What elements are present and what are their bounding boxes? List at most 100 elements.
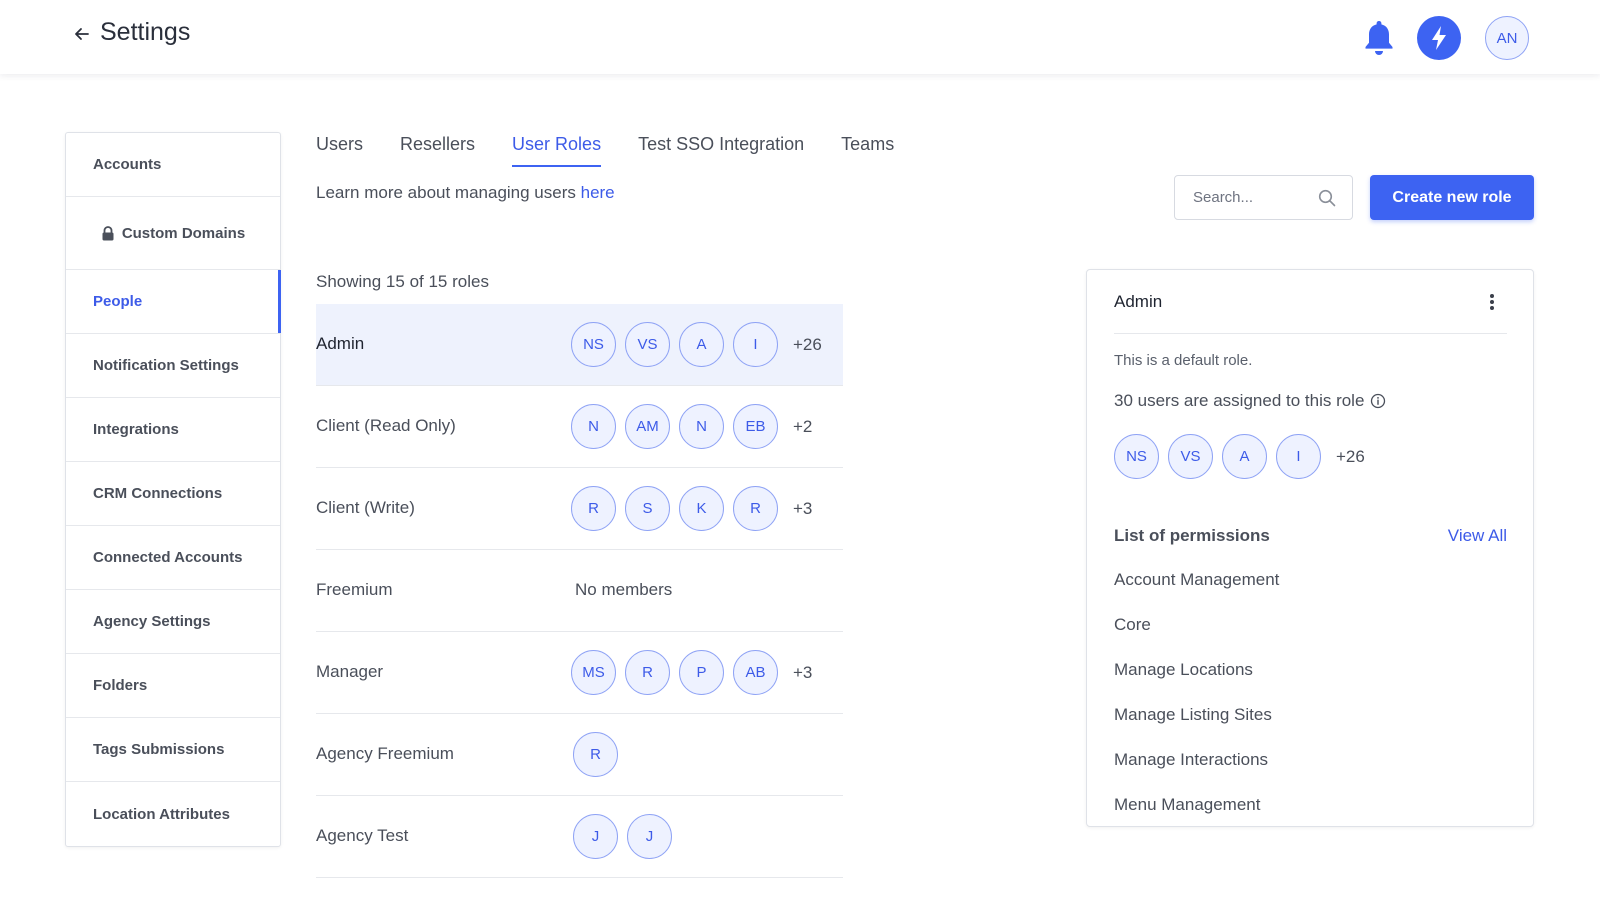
sidebar-item-label: Integrations xyxy=(93,421,179,438)
sidebar-item-notification-settings[interactable]: Notification Settings xyxy=(66,334,280,398)
more-members-count: +3 xyxy=(793,662,813,682)
role-name: Agency Freemium xyxy=(316,744,454,763)
role-row[interactable]: Freemium No members xyxy=(316,550,843,632)
member-avatar[interactable]: A xyxy=(1222,434,1267,479)
member-avatar[interactable]: EB xyxy=(733,404,778,449)
role-members: MS R P AB +3 xyxy=(571,650,812,695)
more-options-icon[interactable] xyxy=(1489,292,1495,312)
role-row[interactable]: Client (Read Only) N AM N EB +2 xyxy=(316,386,843,468)
role-members: NS VS A I +26 xyxy=(571,322,822,367)
tab-resellers[interactable]: Resellers xyxy=(400,134,475,167)
lock-icon xyxy=(101,225,115,241)
member-avatar[interactable]: NS xyxy=(1114,434,1159,479)
panel-divider xyxy=(1114,333,1507,334)
member-avatar[interactable]: MS xyxy=(571,650,616,695)
back-arrow-icon[interactable] xyxy=(72,24,92,44)
search-input[interactable] xyxy=(1175,176,1315,219)
permissions-list: Account Management Core Manage Locations Ma… xyxy=(1114,570,1280,826)
user-avatar[interactable]: AN xyxy=(1485,16,1529,60)
settings-sidebar: Accounts Custom Domains People Notificat… xyxy=(65,132,281,847)
permission-item: Menu Management xyxy=(1114,795,1261,814)
permissions-title: List of permissions xyxy=(1114,526,1270,545)
page-title: Settings xyxy=(100,18,191,46)
quick-actions-button[interactable] xyxy=(1417,16,1461,60)
permission-item: Core xyxy=(1114,615,1151,634)
member-avatar[interactable]: AB xyxy=(733,650,778,695)
role-row[interactable]: Manager MS R P AB +3 xyxy=(316,632,843,714)
member-avatar[interactable]: I xyxy=(733,322,778,367)
sidebar-item-label: Location Attributes xyxy=(93,805,230,823)
sidebar-item-integrations[interactable]: Integrations xyxy=(66,398,280,462)
more-members-count: +2 xyxy=(793,416,813,436)
member-avatar[interactable]: NS xyxy=(571,322,616,367)
roles-count: Showing 15 of 15 roles xyxy=(316,272,489,291)
role-name: Freemium xyxy=(316,580,393,599)
role-row[interactable]: Client (Write) R S K R +3 xyxy=(316,468,843,550)
member-avatar[interactable]: K xyxy=(679,486,724,531)
sidebar-item-label: Notification Settings xyxy=(93,357,239,374)
member-avatar[interactable]: A xyxy=(679,322,724,367)
sidebar-item-tags-submissions[interactable]: Tags Submissions xyxy=(66,718,280,782)
info-icon[interactable] xyxy=(1370,393,1386,409)
sidebar-item-label: Connected Accounts xyxy=(93,549,243,566)
tab-user-roles[interactable]: User Roles xyxy=(512,134,602,167)
member-avatar[interactable]: R xyxy=(571,486,616,531)
create-new-role-button[interactable]: Create new role xyxy=(1370,175,1534,220)
role-detail-title: Admin xyxy=(1114,292,1163,311)
role-row[interactable]: Admin NS VS A I +26 xyxy=(316,304,843,386)
learn-more-link[interactable]: here xyxy=(581,183,615,202)
member-avatar[interactable]: R xyxy=(733,486,778,531)
sidebar-item-label: Tags Submissions xyxy=(93,741,225,758)
sidebar-item-label: Custom Domains xyxy=(121,224,246,242)
member-avatar[interactable]: VS xyxy=(1168,434,1213,479)
role-search xyxy=(1174,175,1353,220)
roles-list: Admin NS VS A I +26 Client (Read Only) N AM N EB +2… xyxy=(316,304,843,878)
tab-test-sso-integration[interactable]: Test SSO Integration xyxy=(638,134,804,167)
role-name: Agency Test xyxy=(316,826,409,845)
sidebar-item-crm-connections[interactable]: CRM Connections xyxy=(66,462,280,526)
assigned-users-text: 30 users are assigned to this role xyxy=(1114,391,1386,411)
more-members-count: +26 xyxy=(1336,446,1365,466)
member-avatar[interactable]: I xyxy=(1276,434,1321,479)
permission-item: Manage Locations xyxy=(1114,660,1253,679)
role-name: Client (Write) xyxy=(316,498,415,517)
member-avatar[interactable]: J xyxy=(627,814,672,859)
role-members: R S K R +3 xyxy=(571,486,812,531)
bell-icon[interactable] xyxy=(1362,18,1396,58)
permission-item: Manage Listing Sites xyxy=(1114,705,1272,724)
people-tabs: Users Resellers User Roles Test SSO Inte… xyxy=(316,134,931,167)
search-icon[interactable] xyxy=(1318,189,1336,207)
sidebar-item-accounts[interactable]: Accounts xyxy=(66,133,280,197)
role-detail-members: NS VS A I +26 xyxy=(1114,434,1365,479)
permission-item: Account Management xyxy=(1114,570,1280,589)
sidebar-item-connected-accounts[interactable]: Connected Accounts xyxy=(66,526,280,590)
tab-teams[interactable]: Teams xyxy=(841,134,894,167)
member-avatar[interactable]: S xyxy=(625,486,670,531)
sidebar-item-location-attributes[interactable]: Location Attributes xyxy=(66,782,280,846)
sidebar-item-label: People xyxy=(93,293,143,310)
member-avatar[interactable]: VS xyxy=(625,322,670,367)
member-avatar[interactable]: N xyxy=(679,404,724,449)
member-avatar[interactable]: AM xyxy=(625,404,670,449)
sidebar-item-agency-settings[interactable]: Agency Settings xyxy=(66,590,280,654)
tab-users[interactable]: Users xyxy=(316,134,363,167)
role-row[interactable]: Agency Freemium R xyxy=(316,714,843,796)
sidebar-item-custom-domains[interactable]: Custom Domains xyxy=(66,197,280,270)
view-all-link[interactable]: View All xyxy=(1448,526,1507,546)
role-row[interactable]: Agency Test J J xyxy=(316,796,843,878)
sidebar-item-label: CRM Connections xyxy=(93,485,223,502)
sidebar-item-label: Agency Settings xyxy=(93,613,211,630)
member-avatar[interactable]: N xyxy=(571,404,616,449)
sidebar-item-label: Folders xyxy=(93,677,148,694)
top-header: Settings AN xyxy=(0,0,1600,74)
sidebar-item-folders[interactable]: Folders xyxy=(66,654,280,718)
role-detail-panel: Admin This is a default role. 30 users a… xyxy=(1086,269,1534,827)
member-avatar[interactable]: J xyxy=(573,814,618,859)
member-avatar[interactable]: R xyxy=(573,732,618,777)
member-avatar[interactable]: R xyxy=(625,650,670,695)
member-avatar[interactable]: P xyxy=(679,650,724,695)
role-members: R xyxy=(573,732,627,777)
sidebar-item-label: Accounts xyxy=(93,156,162,173)
role-members: N AM N EB +2 xyxy=(571,404,812,449)
sidebar-item-people[interactable]: People xyxy=(66,270,281,334)
